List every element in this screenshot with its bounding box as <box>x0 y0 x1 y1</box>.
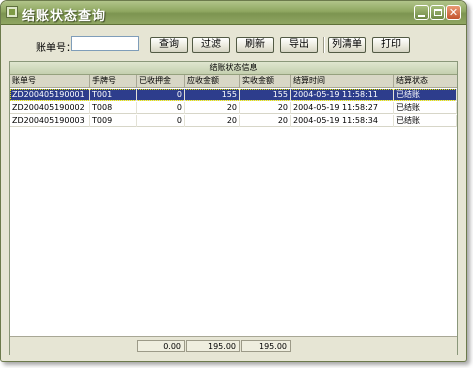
table-row[interactable]: ZD200405190002 T008 0 20 20 2004-05-19 1… <box>10 102 457 114</box>
cell-receivable: 155 <box>185 89 240 101</box>
maximize-button[interactable] <box>430 5 445 20</box>
total-received: 195.00 <box>241 340 291 352</box>
column-header-tag[interactable]: 手牌号 <box>90 75 137 88</box>
column-header-receivable[interactable]: 应收金额 <box>185 75 240 88</box>
toolbar-separator <box>323 37 325 53</box>
cell-status: 已结账 <box>394 102 457 114</box>
cell-tag: T001 <box>90 89 137 101</box>
cell-account: ZD200405190003 <box>10 115 90 127</box>
total-receivable: 195.00 <box>186 340 240 352</box>
account-input[interactable] <box>71 36 139 51</box>
window-title: 结账状态查询 <box>22 9 107 24</box>
app-icon <box>6 6 18 18</box>
main-window: 结账状态查询 ✕ 账单号： 查询 过滤 刷新 导出 列清单 打印 结账状态信息 … <box>0 0 467 362</box>
minimize-icon <box>418 15 425 17</box>
column-header-status[interactable]: 结算状态 <box>394 75 457 88</box>
cell-received: 20 <box>240 102 291 114</box>
export-button[interactable]: 导出 <box>280 37 318 53</box>
cell-tag: T008 <box>90 102 137 114</box>
account-label: 账单号： <box>36 43 76 54</box>
status-panel: 结账状态信息 账单号 手牌号 已收押金 应收金额 实收金额 结算时间 结算状态 … <box>9 61 458 355</box>
query-button[interactable]: 查询 <box>150 37 188 53</box>
cell-deposit: 0 <box>137 89 185 101</box>
maximize-icon <box>433 9 442 16</box>
cell-account: ZD200405190001 <box>10 89 90 101</box>
close-button[interactable]: ✕ <box>446 5 461 20</box>
list-button[interactable]: 列清单 <box>328 37 366 53</box>
totals-bar: 0.00 195.00 195.00 <box>10 336 457 355</box>
total-deposit: 0.00 <box>137 340 185 352</box>
panel-title: 结账状态信息 <box>10 62 457 75</box>
minimize-button[interactable] <box>414 5 429 20</box>
close-icon: ✕ <box>448 6 459 19</box>
cell-status: 已结账 <box>394 115 457 127</box>
table-row[interactable]: ZD200405190001 T001 0 155 155 2004-05-19… <box>10 89 457 101</box>
cell-deposit: 0 <box>137 115 185 127</box>
titlebar[interactable]: 结账状态查询 ✕ <box>1 1 466 25</box>
cell-account: ZD200405190002 <box>10 102 90 114</box>
cell-status: 已结账 <box>394 89 457 101</box>
cell-deposit: 0 <box>137 102 185 114</box>
cell-received: 20 <box>240 115 291 127</box>
refresh-button[interactable]: 刷新 <box>236 37 274 53</box>
cell-tag: T009 <box>90 115 137 127</box>
column-header-settle-time[interactable]: 结算时间 <box>291 75 394 88</box>
column-header-row: 账单号 手牌号 已收押金 应收金额 实收金额 结算时间 结算状态 <box>10 75 457 88</box>
print-button[interactable]: 打印 <box>372 37 410 53</box>
cell-receivable: 20 <box>185 102 240 114</box>
column-header-deposit[interactable]: 已收押金 <box>137 75 185 88</box>
table-row[interactable]: ZD200405190003 T009 0 20 20 2004-05-19 1… <box>10 115 457 127</box>
cell-settle-time: 2004-05-19 11:58:27 <box>291 102 394 114</box>
cell-received: 155 <box>240 89 291 101</box>
cell-settle-time: 2004-05-19 11:58:34 <box>291 115 394 127</box>
column-header-received[interactable]: 实收金额 <box>240 75 291 88</box>
filter-button[interactable]: 过滤 <box>192 37 230 53</box>
cell-receivable: 20 <box>185 115 240 127</box>
column-header-account[interactable]: 账单号 <box>10 75 90 88</box>
cell-settle-time: 2004-05-19 11:58:11 <box>291 89 394 101</box>
